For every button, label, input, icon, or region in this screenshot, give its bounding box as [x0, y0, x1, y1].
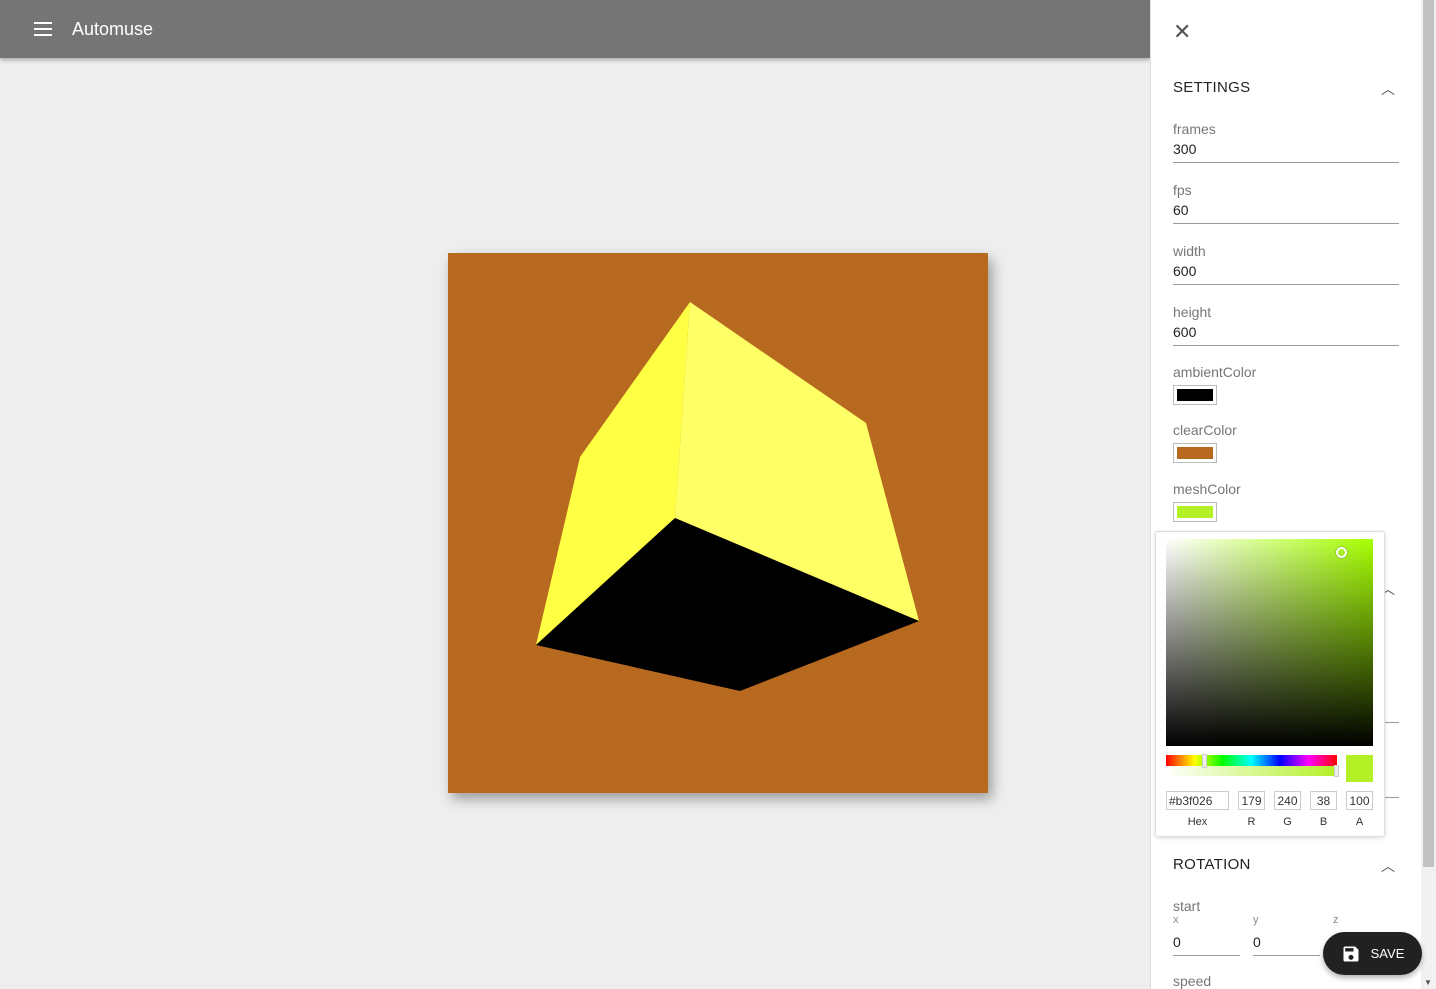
section-settings-title: SETTINGS [1173, 79, 1251, 96]
width-field: width [1173, 243, 1399, 285]
ambient-color-label: ambientColor [1173, 364, 1257, 380]
section-rotation-title: ROTATION [1173, 856, 1251, 873]
width-label: width [1173, 243, 1206, 259]
clear-color-label: clearColor [1173, 422, 1237, 438]
close-icon[interactable]: ✕ [1173, 19, 1191, 45]
mesh-color-label: meshColor [1173, 481, 1241, 497]
frames-label: frames [1173, 121, 1216, 137]
a-label: A [1355, 816, 1364, 828]
fps-input[interactable] [1173, 198, 1399, 224]
mesh-color-field: meshColor [1173, 481, 1399, 522]
clear-color-swatch[interactable] [1173, 443, 1217, 463]
height-field: height [1173, 304, 1399, 346]
height-label: height [1173, 304, 1212, 320]
alpha-slider-thumb[interactable] [1334, 765, 1339, 777]
save-icon [1343, 946, 1359, 961]
saturation-value-area[interactable] [1166, 539, 1373, 746]
hex-label: Hex [1187, 816, 1208, 828]
b-input[interactable] [1310, 791, 1337, 810]
speed-label: speed [1173, 973, 1212, 989]
start-x-input[interactable] [1173, 930, 1240, 956]
g-label: G [1283, 816, 1292, 828]
color-picker-popover: Hex R G B A [1155, 531, 1385, 837]
hue-slider[interactable] [1166, 755, 1337, 766]
ambient-color-swatch[interactable] [1173, 385, 1217, 405]
app-bar: Automuse [0, 0, 1150, 58]
x-label: x [1173, 914, 1179, 926]
scrollbar[interactable]: ▼ [1421, 0, 1436, 989]
chevron-up-icon[interactable]: ︿ [1381, 79, 1395, 99]
start-x-field [1173, 930, 1240, 956]
z-label: z [1333, 914, 1339, 926]
save-button[interactable]: SAVE [1323, 932, 1422, 975]
fps-field: fps [1173, 182, 1399, 224]
chevron-up-icon[interactable]: ︿ [1381, 856, 1395, 876]
hue-slider-thumb[interactable] [1202, 754, 1207, 768]
hex-input[interactable] [1166, 791, 1229, 810]
a-input[interactable] [1346, 791, 1373, 810]
color-preview [1346, 755, 1373, 782]
mesh-color-swatch[interactable] [1173, 502, 1217, 522]
y-label: y [1253, 914, 1259, 926]
settings-drawer: ✕ SETTINGS ︿ frames fps width height amb… [1150, 0, 1421, 989]
r-input[interactable] [1238, 791, 1265, 810]
fps-label: fps [1173, 182, 1192, 198]
alpha-slider[interactable] [1166, 766, 1337, 776]
save-label: SAVE [1370, 946, 1405, 961]
frames-field: frames [1173, 121, 1399, 163]
sv-cursor[interactable] [1336, 547, 1347, 558]
frames-input[interactable] [1173, 137, 1399, 163]
start-label: start [1173, 898, 1201, 914]
ambient-color-field: ambientColor [1173, 364, 1399, 405]
clear-color-field: clearColor [1173, 422, 1399, 463]
start-y-field [1253, 930, 1320, 956]
height-input[interactable] [1173, 320, 1399, 346]
start-y-input[interactable] [1253, 930, 1320, 956]
render-canvas [448, 253, 988, 793]
width-input[interactable] [1173, 259, 1399, 285]
g-input[interactable] [1274, 791, 1301, 810]
scrollbar-thumb[interactable] [1423, 0, 1434, 867]
app-title: Automuse [72, 18, 154, 39]
menu-icon[interactable] [34, 22, 52, 36]
r-label: R [1247, 816, 1256, 828]
b-label: B [1319, 816, 1328, 828]
scroll-down-arrow-icon[interactable]: ▼ [1424, 978, 1432, 987]
